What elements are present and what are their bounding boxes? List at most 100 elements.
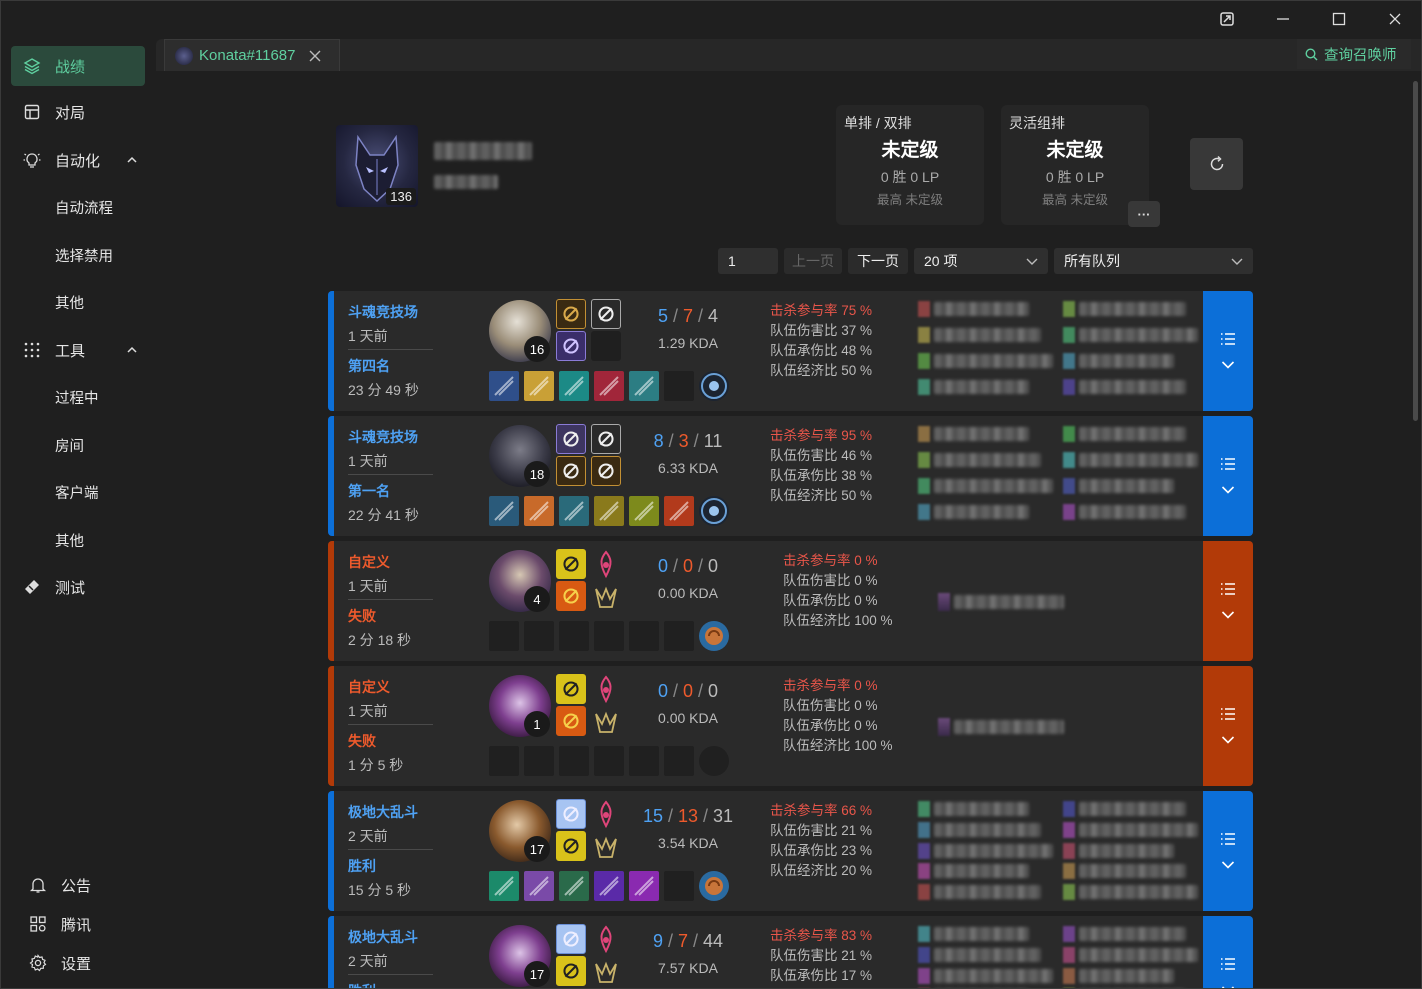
chevron-up-icon[interactable] — [127, 345, 137, 355]
participant-name-redacted[interactable] — [1079, 843, 1174, 858]
chevron-up-icon[interactable] — [127, 155, 137, 165]
participant-name-redacted[interactable] — [1079, 864, 1186, 879]
sidebar-subitem[interactable]: 客户端 — [55, 482, 99, 503]
sidebar-item-tencent[interactable]: 腾讯 — [27, 904, 161, 944]
minimize-icon[interactable] — [1269, 7, 1297, 31]
participant-icon — [918, 353, 930, 369]
scrollbar[interactable] — [1413, 81, 1418, 421]
queue-filter-select[interactable]: 所有队列 — [1054, 248, 1253, 274]
sidebar-item-settings[interactable]: 设置 — [27, 943, 161, 983]
match-result: 胜利 — [348, 858, 376, 874]
secondary-rune-icon — [595, 711, 617, 733]
sidebar-subitem[interactable]: 过程中 — [55, 387, 99, 408]
rank-peak: 最高 未定级 — [877, 193, 943, 207]
participant-name-redacted[interactable] — [1079, 802, 1186, 816]
sidebar-item-label: 工具 — [55, 342, 86, 360]
participant-name-redacted[interactable] — [934, 380, 1029, 394]
next-page-button[interactable]: 下一页 — [848, 248, 908, 274]
stat-line: 队伍承伤比 23 % — [770, 843, 873, 858]
participant-name-redacted[interactable] — [954, 720, 1064, 734]
sidebar-item-match[interactable]: 对局 — [11, 92, 145, 132]
match-card[interactable]: 极地大乱斗 2 天前 胜利 15 分 5 秒 17 15 / 13 / 31 3.54 KD… — [328, 791, 1253, 911]
sidebar-item-automation[interactable]: 自动化 — [11, 140, 145, 180]
sidebar-item-test[interactable]: 测试 — [11, 567, 145, 607]
search-summoner-button[interactable]: 查询召唤师 — [1297, 39, 1411, 69]
participant-name-redacted[interactable] — [1079, 479, 1174, 493]
participant-name-redacted[interactable] — [1079, 947, 1198, 962]
sidebar-subitem[interactable]: 房间 — [55, 435, 84, 456]
participant-name-redacted[interactable] — [934, 885, 1041, 900]
secondary-rune-icon — [595, 586, 617, 608]
prev-page-button[interactable]: 上一页 — [784, 248, 842, 274]
champion-level: 1 — [524, 711, 550, 737]
participant-name-redacted[interactable] — [934, 802, 1029, 816]
ward-trinket-icon — [699, 496, 729, 526]
participant-name-redacted[interactable] — [934, 947, 1041, 962]
stat-line: 队伍伤害比 46 % — [770, 448, 873, 463]
participant-name-redacted[interactable] — [954, 595, 1064, 609]
participant-name-redacted[interactable] — [1079, 885, 1198, 900]
match-card[interactable]: 斗魂竞技场 1 天前 第一名 22 分 41 秒 18 8 / 3 / 11 6.33 KD… — [328, 416, 1253, 536]
match-stats: 击杀参与率 75 % 队伍伤害比 37 % 队伍承伤比 48 % 队伍经济比 50 % — [770, 301, 872, 381]
participant-name-redacted[interactable] — [934, 822, 1041, 837]
participant-name-redacted[interactable] — [934, 328, 1041, 342]
participant-name-redacted[interactable] — [1079, 354, 1174, 368]
expand-details-button[interactable] — [1203, 416, 1253, 536]
expand-details-button[interactable] — [1203, 791, 1253, 911]
participant-icon — [1063, 353, 1075, 369]
page-size-select[interactable]: 20 项 — [914, 248, 1048, 274]
participant-name-redacted[interactable] — [934, 354, 1053, 368]
participant-icon — [1063, 946, 1075, 963]
sidebar-subitem[interactable]: 其他 — [55, 530, 84, 551]
sidebar-subitem[interactable]: 选择禁用 — [55, 245, 113, 266]
stat-line: 队伍承伤比 0 % — [783, 593, 878, 608]
participant-name-redacted[interactable] — [1079, 927, 1186, 941]
item-icon — [629, 496, 659, 526]
participant-name-redacted[interactable] — [1079, 427, 1186, 441]
participant-name-redacted[interactable] — [1079, 822, 1198, 837]
close-icon[interactable] — [1381, 7, 1409, 31]
participant-icon — [918, 884, 930, 901]
match-card[interactable]: 自定义 1 天前 失败 1 分 5 秒 1 0 / 0 / 0 0.00 KDA 击杀参与率 … — [328, 666, 1253, 786]
secondary-rune-icon — [595, 961, 617, 983]
participant-name-redacted[interactable] — [934, 427, 1029, 441]
expand-details-button[interactable] — [1203, 666, 1253, 786]
sidebar-item-notice[interactable]: 公告 — [27, 865, 161, 905]
sidebar-subitem[interactable]: 自动流程 — [55, 197, 113, 218]
tab-summoner[interactable]: Konata#11687 — [164, 39, 340, 71]
expand-details-button[interactable] — [1203, 291, 1253, 411]
chevron-down-icon — [1221, 611, 1235, 619]
poro-snax-icon — [699, 871, 729, 901]
participant-name-redacted[interactable] — [934, 505, 1029, 519]
item-icon — [559, 871, 589, 901]
expand-details-button[interactable] — [1203, 541, 1253, 661]
participant-name-redacted[interactable] — [1079, 505, 1186, 519]
sidebar-item-record[interactable]: 战绩 — [11, 46, 145, 86]
sidebar-subitem[interactable]: 其他 — [55, 292, 84, 313]
more-button[interactable]: ··· — [1128, 201, 1160, 227]
participant-icon — [1063, 379, 1075, 395]
match-stats: 击杀参与率 0 % 队伍伤害比 0 % 队伍承伤比 0 % 队伍经济比 100 % — [783, 551, 893, 631]
participant-name-redacted[interactable] — [934, 843, 1053, 858]
participant-name-redacted[interactable] — [934, 927, 1029, 941]
page-input[interactable]: 1 — [718, 248, 778, 274]
participant-name-redacted[interactable] — [1079, 968, 1174, 983]
participant-name-redacted[interactable] — [934, 453, 1041, 467]
close-tab-icon[interactable] — [309, 50, 321, 62]
pin-icon[interactable] — [1213, 7, 1241, 31]
participant-name-redacted[interactable] — [1079, 453, 1198, 467]
participant-name-redacted[interactable] — [934, 302, 1029, 316]
expand-details-button[interactable] — [1203, 916, 1253, 988]
match-card[interactable]: 极地大乱斗 2 天前胜利 17 9 / 7 / 44 7.57 KDA 击杀参与率 83 … — [328, 916, 1253, 988]
sidebar-item-tools[interactable]: 工具 — [11, 330, 145, 370]
refresh-button[interactable] — [1190, 138, 1243, 190]
participant-name-redacted[interactable] — [1079, 302, 1186, 316]
participant-name-redacted[interactable] — [934, 864, 1029, 879]
participant-name-redacted[interactable] — [1079, 328, 1198, 342]
participant-name-redacted[interactable] — [934, 479, 1053, 493]
participant-name-redacted[interactable] — [1079, 380, 1186, 394]
match-card[interactable]: 斗魂竞技场 1 天前 第四名 23 分 49 秒 16 5 / 7 / 4 1.29 KDA… — [328, 291, 1253, 411]
match-card[interactable]: 自定义 1 天前 失败 2 分 18 秒 4 0 / 0 / 0 0.00 KDA 击杀参与率… — [328, 541, 1253, 661]
participant-name-redacted[interactable] — [934, 968, 1053, 983]
maximize-icon[interactable] — [1325, 7, 1353, 31]
